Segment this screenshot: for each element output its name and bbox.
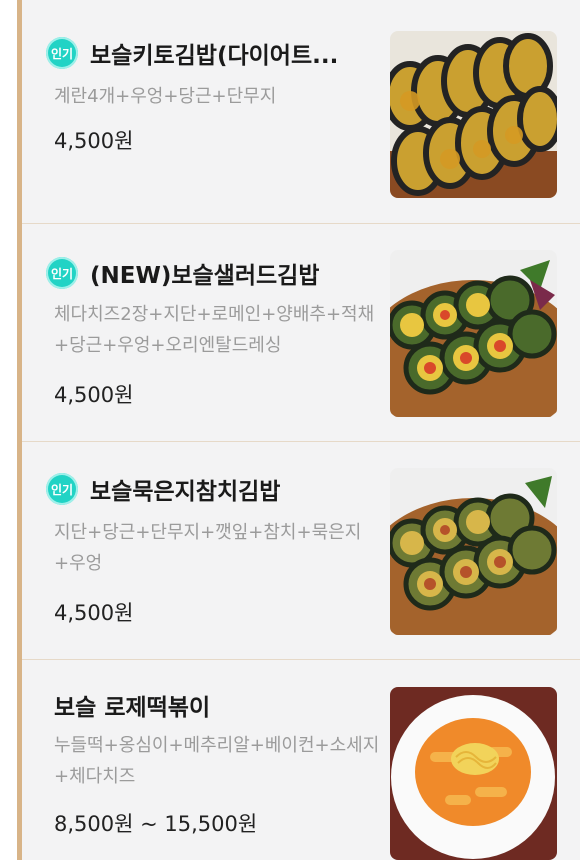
popular-badge: 인기 xyxy=(46,37,78,69)
menu-item-description: 계란4개+우엉+당근+단무지 xyxy=(54,86,277,107)
popular-badge: 인기 xyxy=(46,257,78,289)
menu-item-price: 4,500원 xyxy=(54,383,134,407)
menu-item-price: 4,500원 xyxy=(54,129,134,153)
menu-item-salad-gimbap[interactable]: 인기 (NEW)보슬샐러드김밥 체다치즈2장+지단+로메인+양배추+적채+당근+… xyxy=(22,224,580,442)
menu-item-name: 보슬묵은지참치김밥 xyxy=(90,479,281,505)
salad-gimbap-photo xyxy=(390,250,557,417)
keto-gimbap-photo xyxy=(390,31,557,198)
menu-item-price: 4,500원 xyxy=(54,601,134,625)
menu-item-description: 체다치즈2장+지단+로메인+양배추+적채+당근+우엉+오리엔탈드레싱 xyxy=(54,304,375,356)
popular-badge: 인기 xyxy=(46,473,78,505)
rose-tteokbokki-photo xyxy=(390,687,557,860)
menu-item-description: 누들떡+옹심이+메추리알+베이컨+소세지+체다치즈 xyxy=(54,735,380,787)
menu-item-name: (NEW)보슬샐러드김밥 xyxy=(90,263,320,289)
menu-item-name: 보슬 로제떡볶이 xyxy=(54,695,211,721)
menu-item-rose-tteokbokki[interactable]: 보슬 로제떡볶이 누들떡+옹심이+메추리알+베이컨+소세지+체다치즈 8,500… xyxy=(22,660,580,860)
menu-item-price: 8,500원 ~ 15,500원 xyxy=(54,812,258,836)
menu-item-kimchi-tuna-gimbap[interactable]: 인기 보슬묵은지참치김밥 지단+당근+단무지+깻잎+참치+묵은지+우엉 4,50… xyxy=(22,442,580,660)
kimchi-tuna-gimbap-photo xyxy=(390,468,557,635)
menu-item-description: 지단+당근+단무지+깻잎+참치+묵은지+우엉 xyxy=(54,522,362,574)
menu-item-name: 보슬키토김밥(다이어트... xyxy=(90,43,339,69)
left-accent-bar xyxy=(0,0,22,860)
menu-item-keto-gimbap[interactable]: 인기 보슬키토김밥(다이어트... 계란4개+우엉+당근+단무지 4,500원 xyxy=(22,0,580,224)
